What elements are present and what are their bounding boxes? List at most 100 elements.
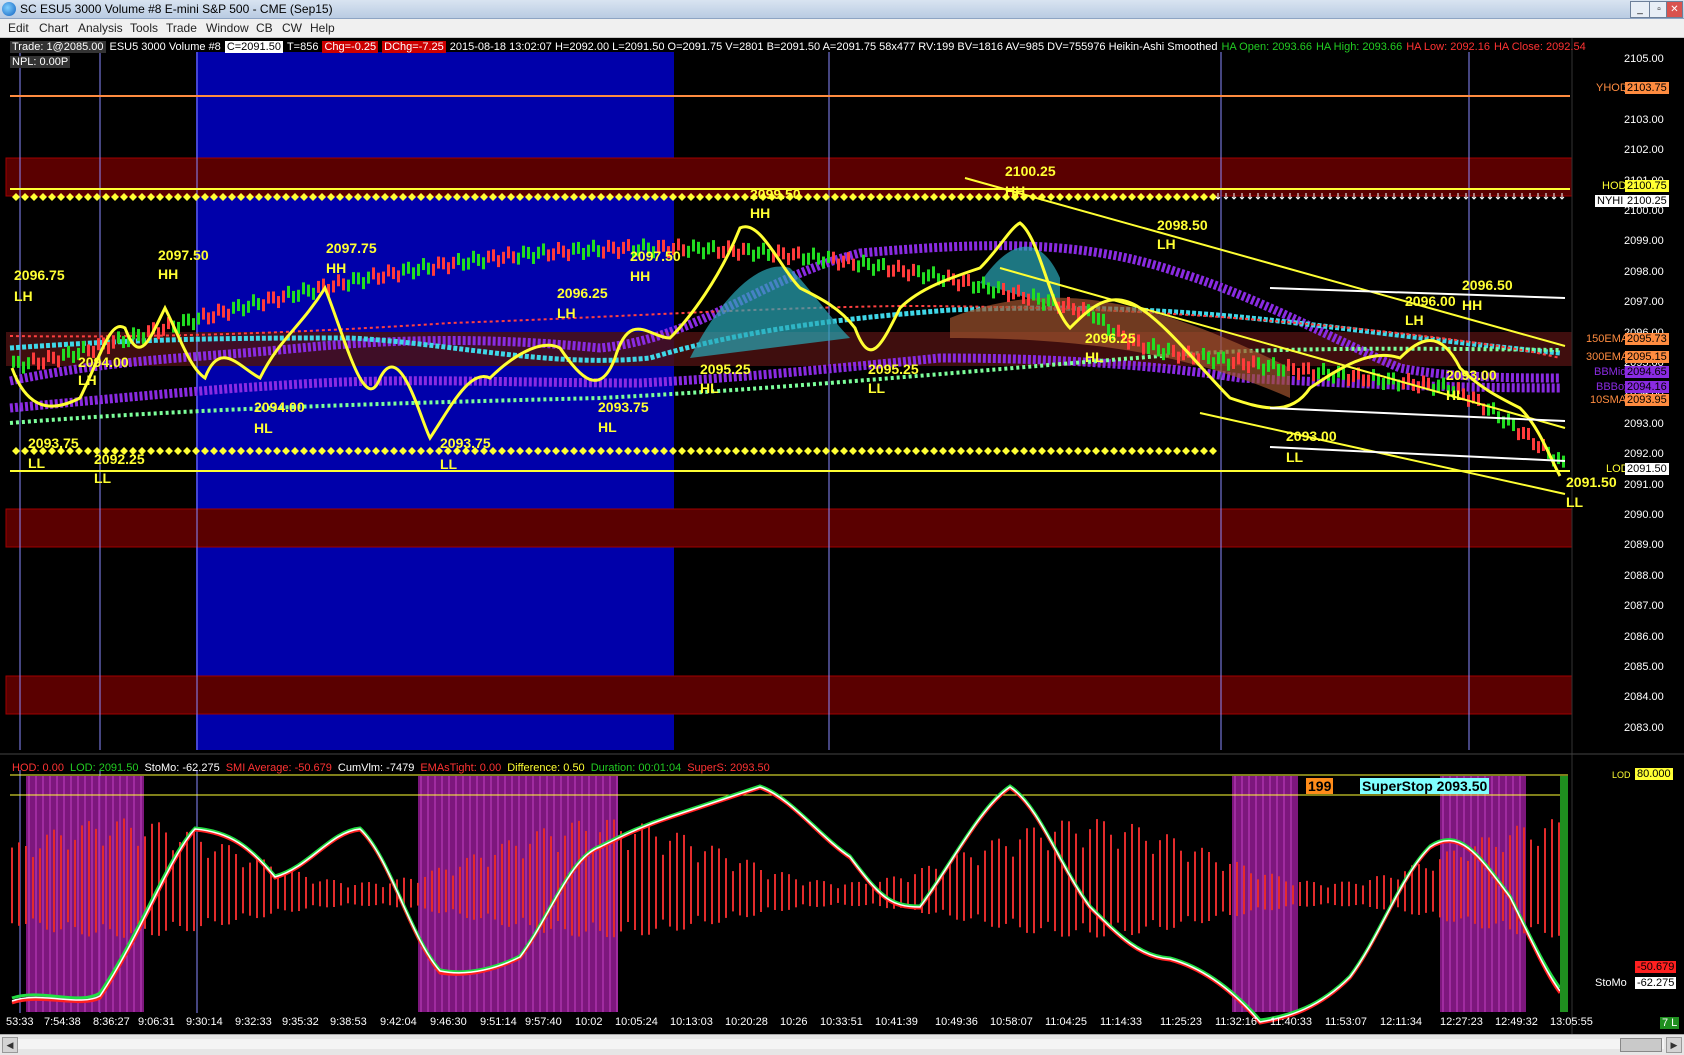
nyhi-value: 2100.25: [1625, 195, 1669, 207]
bbbot-label: BBBot: [1596, 381, 1628, 393]
title-bar: SC ESU5 3000 Volume #8 E-mini S&P 500 - …: [0, 0, 1684, 19]
swing-tag-9: LH: [557, 305, 576, 321]
ha-open: HA Open: 2093.66: [1221, 41, 1312, 53]
swing-tag-7: HL: [254, 420, 273, 436]
scroll-left-arrow[interactable]: ◀: [2, 1037, 18, 1053]
price-axis-label: 2087.00: [1624, 600, 1664, 613]
stomo-axis-label: StoMo: [1595, 977, 1627, 989]
nyhi-label: NYHI: [1595, 195, 1626, 207]
time-axis-label: 9:30:14: [186, 1016, 223, 1028]
menu-tools[interactable]: Tools: [130, 21, 158, 35]
close-value: C=2091.50: [224, 41, 283, 53]
swing-value-16: 2098.50: [1157, 217, 1208, 233]
time-axis-label: 10:20:28: [725, 1016, 768, 1028]
swing-tag-3: HH: [326, 260, 347, 276]
level-80-tag: 80.000: [1635, 768, 1673, 780]
swing-value-3: 2097.75: [326, 240, 377, 256]
sub-lod: LOD: 2091.50: [69, 762, 139, 774]
time-axis-label: 9:46:30: [430, 1016, 467, 1028]
time-axis-label: 11:25:23: [1160, 1016, 1203, 1028]
scroll-thumb[interactable]: [1620, 1038, 1662, 1052]
swing-value-15: 2100.25: [1005, 163, 1056, 179]
chart-canvas[interactable]: [0, 38, 1684, 1034]
swing-value-6: 2092.25: [94, 451, 145, 467]
support-zone: [5, 508, 1573, 548]
swing-tag-5: LL: [28, 455, 46, 471]
ema300-value: 2095.15: [1625, 351, 1669, 363]
time-axis-label: 12:49:32: [1495, 1016, 1538, 1028]
close-button[interactable]: ✕: [1666, 1, 1683, 18]
menu-window[interactable]: Window: [206, 21, 249, 35]
swing-tag-15: HH: [1005, 183, 1026, 199]
price-axis-label: 2105.00: [1624, 53, 1664, 65]
tick-count: T=856: [286, 41, 319, 53]
menu-cb[interactable]: CB: [256, 21, 273, 35]
time-axis-label: 9:57:40: [525, 1016, 562, 1028]
bbmid-label: BBMid: [1594, 366, 1627, 378]
time-axis-label: 12:27:23: [1440, 1016, 1483, 1028]
bar-counter: 199: [1306, 778, 1334, 794]
time-axis-label: 8:36:27: [93, 1016, 130, 1028]
swing-tag-8: LL: [440, 456, 458, 472]
time-axis-label: 10:33:51: [820, 1016, 863, 1028]
time-axis-label: 9:32:33: [235, 1016, 272, 1028]
swing-tag-17: HL: [1085, 349, 1104, 365]
time-axis-label: 13:05:55: [1550, 1016, 1593, 1028]
symbol-label: ESU5 3000 Volume #8: [109, 41, 221, 53]
time-axis-label: 11:40:33: [1270, 1016, 1313, 1028]
time-axis-label: 9:38:53: [330, 1016, 367, 1028]
minimize-button[interactable]: _: [1630, 1, 1650, 18]
swing-value-5: 2093.75: [28, 435, 79, 451]
menu-analysis[interactable]: Analysis: [78, 21, 123, 35]
daily-change-value: DChg=-7.25: [382, 41, 446, 53]
sub-lod-tag: LOD: [1612, 770, 1631, 780]
indicator-header: HOD: 0.00 LOD: 2091.50 StoMo: -62.275 SMI A…: [12, 762, 776, 774]
hod-value: 2100.75: [1625, 180, 1669, 192]
time-axis-label: 9:51:14: [480, 1016, 517, 1028]
menu-chart[interactable]: Chart: [39, 21, 68, 35]
bbbot-value: 2094.16: [1625, 381, 1669, 393]
sub-emas: EMAsTight: 0.00: [420, 762, 502, 774]
swing-tag-16: LH: [1157, 236, 1176, 252]
time-axis-label: 10:58:07: [990, 1016, 1033, 1028]
menu-edit[interactable]: Edit: [8, 21, 29, 35]
swing-value-20: 2093.00: [1446, 367, 1497, 383]
sub-diff: Difference: 0.50: [507, 762, 585, 774]
menu-trade[interactable]: Trade: [166, 21, 197, 35]
superstop-label: SuperStop 2093.50: [1360, 778, 1490, 794]
swing-tag-13: HL: [598, 419, 617, 435]
swing-value-1: 2096.75: [14, 267, 65, 283]
menu-bar: Edit Chart Analysis Tools Trade Window C…: [0, 19, 1684, 38]
swing-value-22: 2091.50: [1566, 474, 1617, 490]
time-axis-label: 11:04:25: [1045, 1016, 1088, 1028]
time-axis-label: 10:13:03: [670, 1016, 713, 1028]
sub-stomo: StoMo: -62.275: [144, 762, 220, 774]
swing-tag-19: HH: [1462, 297, 1483, 313]
price-axis-label: 2084.00: [1624, 691, 1664, 704]
menu-help[interactable]: Help: [310, 21, 335, 35]
swing-tag-22: LL: [1566, 494, 1584, 510]
stomo-value-tag: -62.275: [1635, 977, 1677, 989]
chart-area[interactable]: Trade: 1@2085.00 ESU5 3000 Volume #8 C=209…: [0, 38, 1684, 1034]
swing-value-13: 2093.75: [598, 399, 649, 415]
swing-tag-20: HL: [1446, 387, 1465, 403]
time-axis-label: 12:11:34: [1380, 1016, 1423, 1028]
menu-cw[interactable]: CW: [282, 21, 302, 35]
scroll-track[interactable]: [18, 1039, 1664, 1049]
swing-value-8: 2093.75: [440, 435, 491, 451]
bar-stats: 2015-08-18 13:02:07 H=2092.00 L=2091.50 …: [449, 41, 1218, 53]
swing-tag-6: LL: [94, 470, 112, 486]
price-axis-label: 2092.00: [1624, 448, 1664, 461]
time-axis-label: 11:53:07: [1325, 1016, 1368, 1028]
time-axis-label: 10:02: [575, 1016, 603, 1028]
swing-tag-4: LH: [78, 372, 97, 388]
scroll-right-arrow[interactable]: ▶: [1666, 1037, 1682, 1053]
lod-value: 2091.50: [1625, 463, 1669, 475]
swing-value-4: 2094.00: [78, 354, 129, 370]
swing-value-11: 2099.50: [750, 186, 801, 202]
price-axis-label: 2085.00: [1624, 661, 1664, 673]
app-icon: [2, 2, 16, 16]
horizontal-scrollbar[interactable]: ◀ ▶: [0, 1034, 1684, 1055]
time-axis-label: 10:26: [780, 1016, 808, 1028]
trade-label: Trade: 1@2085.00: [10, 41, 106, 53]
